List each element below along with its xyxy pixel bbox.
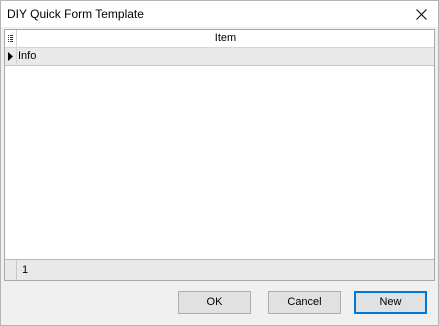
grid-header: Item [5,30,434,48]
column-header-item[interactable]: Item [17,30,434,47]
ok-button[interactable]: OK [178,291,251,314]
new-button[interactable]: New [354,291,427,314]
row-count: 1 [22,264,29,276]
cancel-button[interactable]: Cancel [268,291,341,314]
row-indicator [5,48,17,65]
close-icon [415,8,427,20]
grid-column-chooser[interactable] [5,30,17,47]
grid-footer: 1 [5,259,434,280]
table-row[interactable]: Info [5,48,434,66]
current-row-arrow-icon [8,52,13,61]
window-title: DIY Quick Form Template [7,7,144,21]
row-item-cell[interactable]: Info [18,48,36,65]
close-button[interactable] [404,1,438,27]
footer-indicator [5,260,17,280]
title-bar: DIY Quick Form Template [1,1,438,27]
column-chooser-icon [8,35,13,42]
dialog-window: DIY Quick Form Template Item Info 1 OK C… [0,0,439,326]
item-grid[interactable]: Item Info 1 [4,29,435,281]
